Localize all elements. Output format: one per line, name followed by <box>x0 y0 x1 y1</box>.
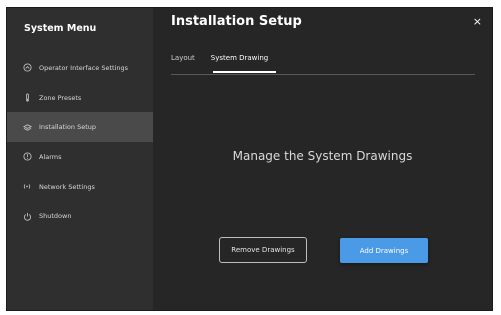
sidebar-menu: Operator Interface Settings Zone Presets… <box>7 53 153 231</box>
remove-drawings-button[interactable]: Remove Drawings <box>219 237 307 263</box>
thermometer-icon <box>21 93 33 102</box>
sidebar-item-alarms[interactable]: Alarms <box>7 142 153 172</box>
add-drawings-button[interactable]: Add Drawings <box>340 238 428 263</box>
system-menu-dialog: System Menu Operator Interface Settings … <box>6 7 493 311</box>
power-icon <box>21 212 33 221</box>
sidebar-item-installation-setup[interactable]: Installation Setup <box>7 112 153 143</box>
sidebar-item-label: Shutdown <box>39 212 72 221</box>
tab-bar: Layout System Drawing <box>171 54 284 62</box>
alert-icon <box>21 152 33 161</box>
page-title: Installation Setup <box>171 14 302 29</box>
sidebar: System Menu Operator Interface Settings … <box>7 8 153 310</box>
signal-icon <box>21 182 33 191</box>
sidebar-title: System Menu <box>24 23 97 34</box>
sidebar-item-network-settings[interactable]: Network Settings <box>7 172 153 202</box>
sidebar-item-label: Network Settings <box>39 182 95 191</box>
tab-divider <box>171 74 475 75</box>
sidebar-item-zone-presets[interactable]: Zone Presets <box>7 83 153 113</box>
sidebar-item-shutdown[interactable]: Shutdown <box>7 201 153 231</box>
gauge-icon <box>21 63 33 72</box>
sidebar-item-label: Installation Setup <box>39 123 96 132</box>
section-heading: Manage the System Drawings <box>232 149 413 163</box>
layers-icon <box>21 123 33 132</box>
tab-system-drawing[interactable]: System Drawing <box>211 54 268 62</box>
sidebar-item-label: Alarms <box>39 152 62 161</box>
sidebar-item-label: Operator Interface Settings <box>39 63 128 72</box>
active-tab-indicator <box>213 71 276 73</box>
close-icon[interactable]: × <box>473 15 482 28</box>
sidebar-item-label: Zone Presets <box>39 93 82 102</box>
tab-layout[interactable]: Layout <box>171 54 195 62</box>
sidebar-item-operator-interface-settings[interactable]: Operator Interface Settings <box>7 53 153 83</box>
main-panel: Installation Setup × Layout System Drawi… <box>153 8 492 310</box>
